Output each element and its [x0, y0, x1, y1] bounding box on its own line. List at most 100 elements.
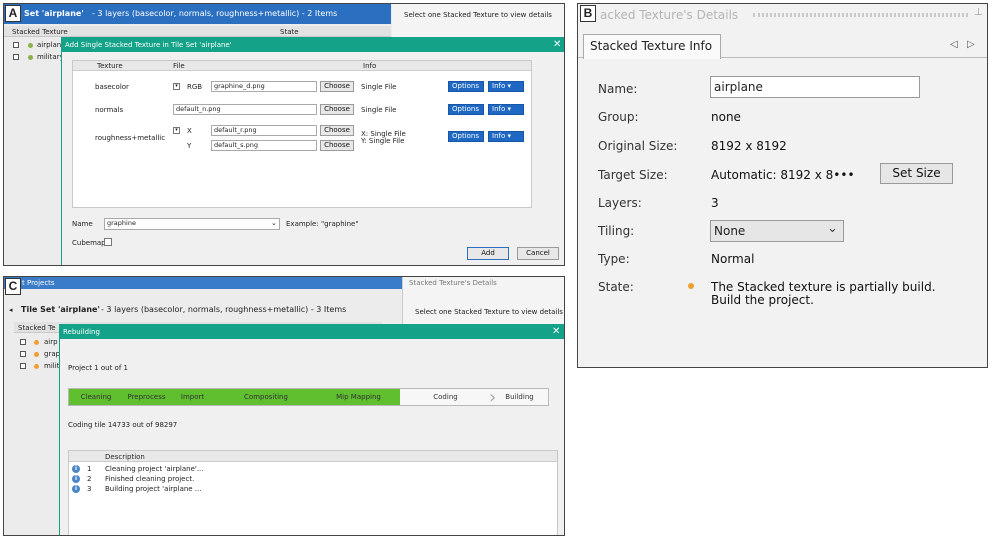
status-dot-icon [34, 340, 39, 345]
expand-icon[interactable] [20, 339, 26, 345]
row-texture: basecolor [95, 83, 129, 91]
choose-button[interactable]: Choose [320, 104, 354, 115]
info-label: Info [492, 132, 506, 140]
choose-button[interactable]: Choose [320, 140, 354, 151]
tree-item[interactable]: airp [44, 338, 58, 346]
options-label: Options [452, 132, 480, 140]
file-field[interactable]: default_s.png [211, 140, 317, 151]
expand-icon[interactable]: ▾ [173, 127, 180, 134]
group-label: Group: [598, 110, 639, 124]
details-hint: Select one Stacked Texture to view detai… [404, 11, 552, 19]
tab-label: Stacked Texture Info [590, 39, 713, 53]
name-label: Name: [598, 82, 638, 96]
add-texture-dialog: Add Single Stacked Texture in Tile Set '… [61, 37, 564, 265]
tree-item[interactable]: military [37, 53, 64, 61]
expand-icon[interactable] [20, 363, 26, 369]
layers-label: Layers: [598, 196, 642, 210]
info-icon: i [72, 465, 80, 473]
tiling-label: Tiling: [598, 224, 635, 238]
expand-icon[interactable] [13, 54, 19, 60]
row-texture: roughness+metallic [95, 134, 166, 142]
pipeline-steps: Cleaning Preprocess Import Compositing M… [68, 387, 549, 408]
panel-c: t Projects Stacked Texture's Details Sel… [3, 276, 565, 536]
expand-icon[interactable]: ◂ [9, 306, 13, 314]
log-number: 1 [87, 465, 92, 473]
status-dot-icon [28, 43, 33, 48]
tab-next-icon[interactable]: ▷ [967, 39, 975, 50]
tree-item[interactable]: milit [44, 362, 59, 370]
status-dot-icon [34, 364, 39, 369]
name-value: airplane [714, 80, 763, 94]
channel-label: Y [187, 142, 192, 150]
original-size-value: 8192 x 8192 [711, 139, 787, 153]
file-field[interactable]: default_n.png [173, 104, 317, 115]
set-size-button[interactable]: Set Size [880, 163, 953, 184]
tileset-subtitle: - 3 layers (basecolor, normals, roughnes… [92, 9, 338, 18]
cancel-button[interactable]: Cancel [517, 247, 559, 260]
texture-table: Texture File Info basecolor ▾ RGB graphi… [72, 60, 532, 208]
info-button[interactable]: Info ▾ [488, 81, 524, 92]
tab-prev-icon[interactable]: ◁ [950, 39, 958, 50]
panel-label-b: B [580, 5, 596, 22]
close-icon[interactable]: ✕ [553, 39, 561, 50]
state-line-2: Build the project. [711, 293, 814, 307]
col-file: File [173, 62, 185, 70]
rebuilding-dialog: Rebuilding ✕ Project 1 out of 1 Cleaning… [59, 324, 564, 535]
state-line-1: The Stacked texture is partially build. [711, 280, 936, 294]
options-button[interactable]: Options ▾ [448, 81, 484, 99]
info-label: Info [492, 82, 506, 90]
projects-titlebar: t Projects [4, 277, 402, 289]
name-input[interactable]: graphine [104, 218, 280, 230]
cubemap-checkbox[interactable] [104, 238, 112, 246]
options-button[interactable]: Options ▾ [448, 131, 484, 149]
dialog-titlebar: Add Single Stacked Texture in Tile Set '… [62, 38, 564, 52]
step-cleaning: Cleaning [69, 389, 123, 405]
col-state: State [280, 28, 299, 36]
row-texture: normals [95, 106, 124, 114]
panel-a: Set 'airplane' - 3 layers (basecolor, no… [3, 3, 565, 266]
col-info: Info [363, 62, 377, 70]
info-icon: i [72, 475, 80, 483]
chevron-down-icon[interactable]: ⌄ [271, 219, 277, 227]
status-dot-icon [34, 352, 39, 357]
name-input[interactable]: airplane [710, 76, 920, 98]
file-field[interactable]: graphine_d.png [211, 81, 317, 92]
group-value: none [711, 110, 741, 124]
pin-icon[interactable]: ⊥ [974, 7, 983, 18]
add-button[interactable]: Add [467, 247, 509, 260]
close-icon[interactable]: ✕ [552, 326, 560, 337]
info-text: Y: Single File [361, 137, 405, 145]
stacked-header: Stacked Texture State [4, 26, 391, 37]
tiling-select[interactable]: None ⌄ [710, 220, 844, 242]
step-separator: › [489, 387, 497, 408]
expand-icon[interactable]: ▾ [173, 83, 180, 90]
dialog-title: Rebuilding [63, 328, 100, 336]
info-text: Single File [361, 83, 397, 91]
target-size-value: Automatic: 8192 x 8••• [711, 168, 855, 182]
choose-button[interactable]: Choose [320, 125, 354, 136]
info-button[interactable]: Info ▾ [488, 131, 524, 142]
state-label: State: [598, 280, 634, 294]
step-building: Building [491, 389, 548, 405]
details-hint: Select one Stacked Texture to view detai… [415, 308, 563, 316]
file-field[interactable]: default_r.png [211, 125, 317, 136]
col-description: Description [105, 453, 145, 461]
tab-stacked-texture-info[interactable]: Stacked Texture Info [583, 34, 721, 59]
log-number: 3 [87, 485, 92, 493]
log-header: Description [69, 451, 557, 462]
panel-label-a: A [5, 5, 21, 22]
expand-icon[interactable] [20, 351, 26, 357]
projects-title: t Projects [22, 279, 55, 287]
state-indicator-icon [688, 283, 694, 289]
log-table: Description i 1 Cleaning project 'airpla… [68, 450, 558, 535]
choose-button[interactable]: Choose [320, 81, 354, 92]
col-stacked: Stacked Texture [12, 28, 68, 36]
table-header: Texture File Info [73, 61, 531, 71]
info-button[interactable]: Info ▾ [488, 104, 524, 115]
log-number: 2 [87, 475, 92, 483]
type-value: Normal [711, 252, 755, 266]
options-button[interactable]: Options ▾ [448, 104, 484, 122]
tree-item[interactable]: grap [44, 350, 60, 358]
expand-icon[interactable] [13, 42, 19, 48]
info-text: Single File [361, 106, 397, 114]
